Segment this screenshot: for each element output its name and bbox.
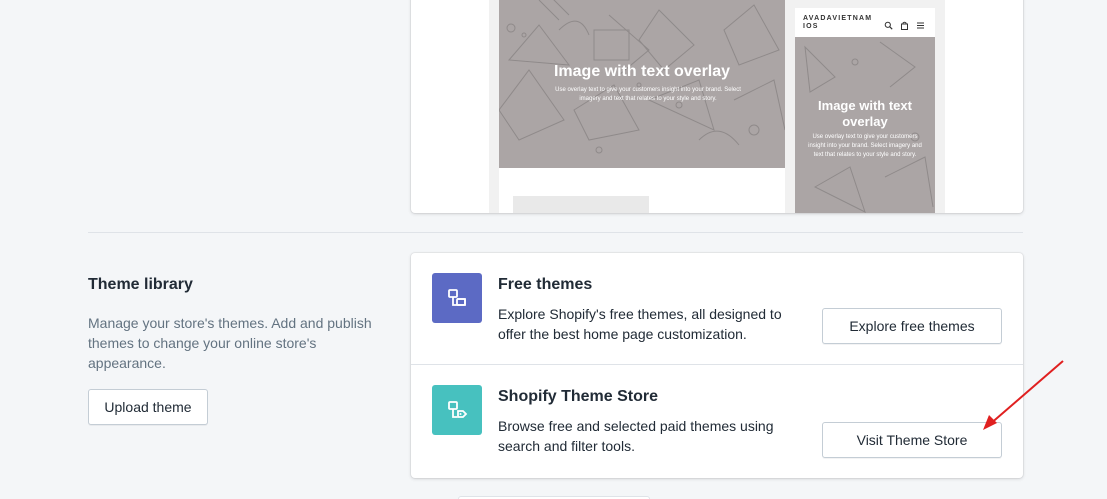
bag-icon xyxy=(900,17,909,30)
desktop-hero-title: Image with text overlay xyxy=(553,63,731,80)
free-themes-title: Free themes xyxy=(498,276,593,293)
mobile-brand-name: AVADAVIETNAMIOS xyxy=(803,15,873,30)
mobile-preview: AVADAVIETNAMIOS Image with text overlay … xyxy=(795,8,935,213)
section-divider xyxy=(88,232,1023,233)
desktop-content-placeholder xyxy=(513,196,649,213)
theme-store-icon xyxy=(432,385,482,435)
mobile-hero-text: Use overlay text to give your customers … xyxy=(808,134,922,158)
theme-settings-page: Image with text overlay Use overlay text… xyxy=(0,0,1107,499)
theme-library-card: Free themes Explore Shopify's free theme… xyxy=(411,253,1023,478)
theme-icon xyxy=(432,273,482,323)
theme-store-title: Shopify Theme Store xyxy=(498,388,659,405)
sketch-pattern xyxy=(499,0,785,154)
search-icon xyxy=(884,17,893,30)
menu-icon xyxy=(916,17,925,29)
upload-theme-button[interactable]: Upload theme xyxy=(88,389,208,425)
theme-library-description: Manage your store's themes. Add and publ… xyxy=(88,315,372,371)
desktop-hero-text: Use overlay text to give your customers … xyxy=(555,87,741,102)
theme-library-title: Theme library xyxy=(88,276,193,293)
free-themes-row: Free themes Explore Shopify's free theme… xyxy=(411,253,1023,365)
explore-free-themes-button[interactable]: Explore free themes xyxy=(822,308,1002,344)
theme-store-description: Browse free and selected paid themes usi… xyxy=(498,418,774,454)
preview-frame: Image with text overlay Use overlay text… xyxy=(489,0,945,213)
mobile-header: AVADAVIETNAMIOS xyxy=(795,8,935,37)
annotation-arrow-icon xyxy=(983,360,1064,430)
free-themes-description: Explore Shopify's free themes, all desig… xyxy=(498,306,782,342)
theme-preview-card: Image with text overlay Use overlay text… xyxy=(411,0,1023,213)
mobile-hero-image: Image with text overlay Use overlay text… xyxy=(795,37,935,213)
desktop-preview: Image with text overlay Use overlay text… xyxy=(499,0,785,213)
desktop-hero-image: Image with text overlay Use overlay text… xyxy=(499,0,785,168)
theme-store-row: Shopify Theme Store Browse free and sele… xyxy=(411,365,1023,478)
mobile-header-icons xyxy=(884,17,925,30)
mobile-hero-title: Image with text overlay xyxy=(818,98,912,129)
